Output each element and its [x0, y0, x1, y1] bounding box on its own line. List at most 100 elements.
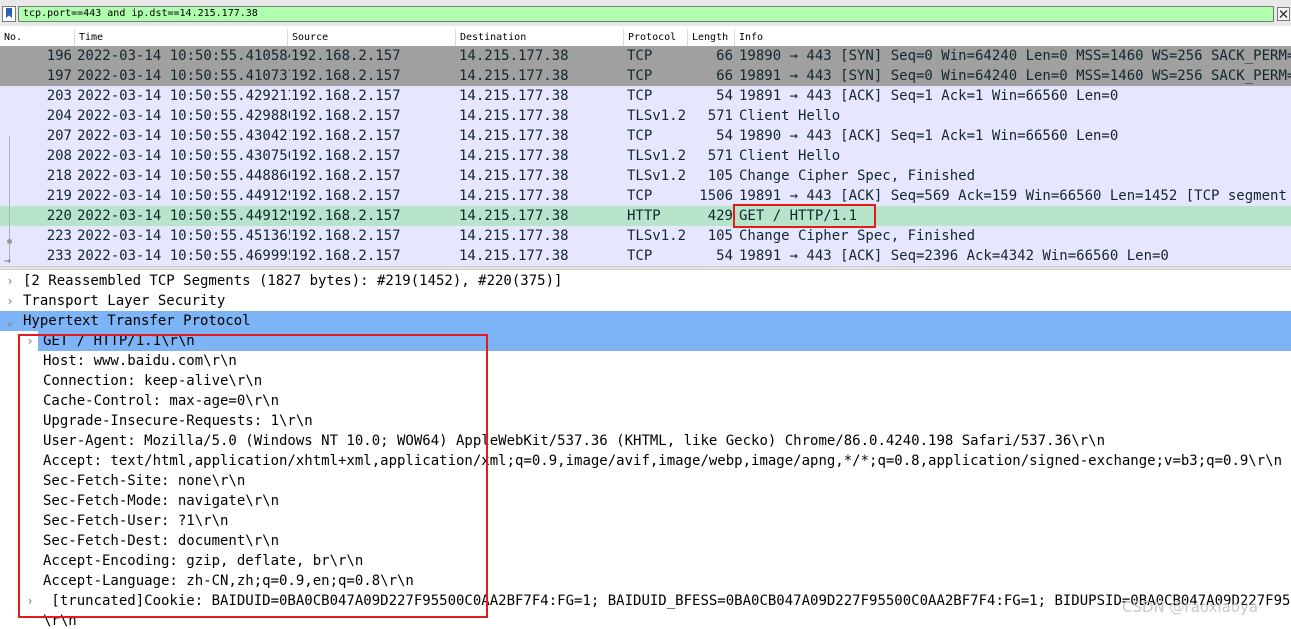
- watermark: CSDN @raoxiaoya: [1122, 598, 1259, 616]
- packet-cell-src: 192.168.2.157: [291, 148, 401, 164]
- display-filter-bar: tcp.port==443 and ip.dst==14.215.177.38: [0, 0, 1291, 26]
- packet-row[interactable]: 218 2022-03-14 10:50:55.448860 192.168.2.1…: [0, 166, 1291, 186]
- detail-tree-item[interactable]: › [2 Reassembled TCP Segments (1827 bytes…: [0, 271, 1291, 291]
- expand-chevron-icon[interactable]: ›: [24, 591, 36, 611]
- http-header-text: \r\n: [43, 613, 77, 629]
- http-header-line[interactable]: › GET / HTTP/1.1\r\n: [0, 331, 1291, 351]
- packet-cell-dst: 14.215.177.38: [459, 228, 569, 244]
- collapse-chevron-icon[interactable]: ⌄: [4, 311, 16, 331]
- packet-cell-len: 571: [707, 148, 733, 164]
- packet-cell-len: 54: [716, 88, 733, 104]
- packet-cell-dst: 14.215.177.38: [459, 128, 569, 144]
- packet-cell-len: 1506: [699, 188, 733, 204]
- packet-cell-no: 207: [46, 128, 72, 144]
- clear-x-icon[interactable]: [1277, 7, 1290, 21]
- packet-cell-info: Client Hello: [739, 148, 841, 164]
- packet-cell-no: 220: [46, 208, 72, 224]
- packet-cell-proto: TCP: [627, 248, 653, 264]
- packet-cell-dst: 14.215.177.38: [459, 208, 569, 224]
- packet-row[interactable]: 223 2022-03-14 10:50:55.451365 192.168.2.1…: [0, 226, 1291, 246]
- expand-chevron-icon[interactable]: ›: [4, 271, 16, 291]
- packet-cell-time: 2022-03-14 10:50:55.448860: [77, 168, 290, 184]
- packet-row[interactable]: 203 2022-03-14 10:50:55.429212 192.168.2.1…: [0, 86, 1291, 106]
- packet-cell-len: 54: [716, 248, 733, 264]
- http-header-text: Host: www.baidu.com\r\n: [43, 353, 237, 369]
- packet-row[interactable]: 196 2022-03-14 10:50:55.410584 192.168.2.1…: [0, 46, 1291, 66]
- packet-row[interactable]: 220 2022-03-14 10:50:55.449129 192.168.2.1…: [0, 206, 1291, 226]
- column-header-source[interactable]: Source: [288, 29, 456, 46]
- packet-cell-no: 203: [46, 88, 72, 104]
- http-header-line[interactable]: Accept-Encoding: gzip, deflate, br\r\n: [0, 551, 1291, 571]
- detail-row-highlight: [38, 331, 1291, 351]
- column-header-protocol[interactable]: Protocol: [624, 29, 688, 46]
- packet-row[interactable]: 219 2022-03-14 10:50:55.449129 192.168.2.1…: [0, 186, 1291, 206]
- packet-row[interactable]: 233 2022-03-14 10:50:55.469995 192.168.2.1…: [0, 246, 1291, 266]
- packet-cell-info: Client Hello: [739, 108, 841, 124]
- packet-cell-proto: TLSv1.2: [627, 228, 687, 244]
- http-header-text: Sec-Fetch-Mode: navigate\r\n: [43, 493, 280, 509]
- expand-chevron-icon[interactable]: ›: [4, 291, 16, 311]
- packet-cell-no: 204: [46, 108, 72, 124]
- packet-cell-src: 192.168.2.157: [291, 48, 401, 64]
- packet-cell-src: 192.168.2.157: [291, 208, 401, 224]
- packet-cell-dst: 14.215.177.38: [459, 248, 569, 264]
- detail-tree-item[interactable]: › Transport Layer Security: [0, 291, 1291, 311]
- http-header-text: Accept-Language: zh-CN,zh;q=0.9,en;q=0.8…: [43, 573, 414, 589]
- column-header-no[interactable]: No.: [0, 29, 75, 46]
- packet-cell-info: 19890 → 443 [SYN] Seq=0 Win=64240 Len=0 …: [739, 48, 1291, 64]
- http-header-line[interactable]: Host: www.baidu.com\r\n: [0, 351, 1291, 371]
- http-header-line[interactable]: Upgrade-Insecure-Requests: 1\r\n: [0, 411, 1291, 431]
- packet-cell-time: 2022-03-14 10:50:55.451365: [77, 228, 290, 244]
- packet-cell-time: 2022-03-14 10:50:55.469995: [77, 248, 290, 264]
- packet-cell-time: 2022-03-14 10:50:55.430421: [77, 128, 290, 144]
- column-header-time[interactable]: Time: [75, 29, 288, 46]
- packet-cell-len: 66: [716, 48, 733, 64]
- packet-cell-time: 2022-03-14 10:50:55.430756: [77, 148, 290, 164]
- detail-tree-label: Hypertext Transfer Protocol: [23, 313, 251, 329]
- packet-cell-len: 54: [716, 128, 733, 144]
- http-header-line[interactable]: Sec-Fetch-Dest: document\r\n: [0, 531, 1291, 551]
- packet-row[interactable]: 207 2022-03-14 10:50:55.430421 192.168.2.1…: [0, 126, 1291, 146]
- http-header-text: Connection: keep-alive\r\n: [43, 373, 263, 389]
- packet-cell-src: 192.168.2.157: [291, 248, 401, 264]
- http-header-line[interactable]: \r\n: [0, 611, 1291, 629]
- packet-cell-proto: TCP: [627, 188, 653, 204]
- packet-cell-info: 19891 → 443 [ACK] Seq=569 Ack=159 Win=66…: [739, 188, 1291, 204]
- packet-list[interactable]: 233 2022-03-14 10:50:55.469995 192.168.2.1…: [0, 46, 1291, 266]
- packet-row[interactable]: 197 2022-03-14 10:50:55.410737 192.168.2.1…: [0, 66, 1291, 86]
- packet-cell-info: 19890 → 443 [ACK] Seq=1 Ack=1 Win=66560 …: [739, 128, 1119, 144]
- packet-cell-dst: 14.215.177.38: [459, 148, 569, 164]
- http-header-line[interactable]: Sec-Fetch-Mode: navigate\r\n: [0, 491, 1291, 511]
- column-header-destination[interactable]: Destination: [456, 29, 624, 46]
- http-header-line[interactable]: Cache-Control: max-age=0\r\n: [0, 391, 1291, 411]
- display-filter-input[interactable]: tcp.port==443 and ip.dst==14.215.177.38: [18, 6, 1274, 22]
- bookmark-icon[interactable]: [2, 6, 16, 22]
- packet-row[interactable]: 204 2022-03-14 10:50:55.429880 192.168.2.1…: [0, 106, 1291, 126]
- packet-cell-len: 429: [707, 208, 733, 224]
- column-header-length[interactable]: Length: [688, 29, 735, 46]
- packet-cell-src: 192.168.2.157: [291, 168, 401, 184]
- expand-chevron-icon[interactable]: ›: [24, 331, 36, 351]
- packet-cell-dst: 14.215.177.38: [459, 88, 569, 104]
- http-header-line[interactable]: User-Agent: Mozilla/5.0 (Windows NT 10.0…: [0, 431, 1291, 451]
- detail-tree-item[interactable]: ⌄ Hypertext Transfer Protocol: [0, 311, 1291, 331]
- packet-cell-len: 66: [716, 68, 733, 84]
- http-header-text: Sec-Fetch-Site: none\r\n: [43, 473, 246, 489]
- packet-details-pane[interactable]: › [2 Reassembled TCP Segments (1827 bytes…: [0, 270, 1291, 629]
- packet-cell-info: GET / HTTP/1.1: [739, 208, 858, 224]
- packet-cell-src: 192.168.2.157: [291, 88, 401, 104]
- http-header-line[interactable]: › [truncated]Cookie: BAIDUID=0BA0CB047A0…: [0, 591, 1291, 611]
- packet-cell-info: 19891 → 443 [SYN] Seq=0 Win=64240 Len=0 …: [739, 68, 1291, 84]
- packet-cell-src: 192.168.2.157: [291, 128, 401, 144]
- column-header-info[interactable]: Info: [735, 29, 1291, 46]
- http-header-line[interactable]: Accept: text/html,application/xhtml+xml,…: [0, 451, 1291, 471]
- packet-cell-dst: 14.215.177.38: [459, 188, 569, 204]
- packet-cell-len: 105: [707, 228, 733, 244]
- http-header-line[interactable]: Sec-Fetch-Site: none\r\n: [0, 471, 1291, 491]
- http-header-line[interactable]: Accept-Language: zh-CN,zh;q=0.9,en;q=0.8…: [0, 571, 1291, 591]
- packet-cell-no: 208: [46, 148, 72, 164]
- http-header-line[interactable]: Sec-Fetch-User: ?1\r\n: [0, 511, 1291, 531]
- related-packet-dot: [7, 239, 12, 244]
- http-header-line[interactable]: Connection: keep-alive\r\n: [0, 371, 1291, 391]
- packet-row[interactable]: 208 2022-03-14 10:50:55.430756 192.168.2.1…: [0, 146, 1291, 166]
